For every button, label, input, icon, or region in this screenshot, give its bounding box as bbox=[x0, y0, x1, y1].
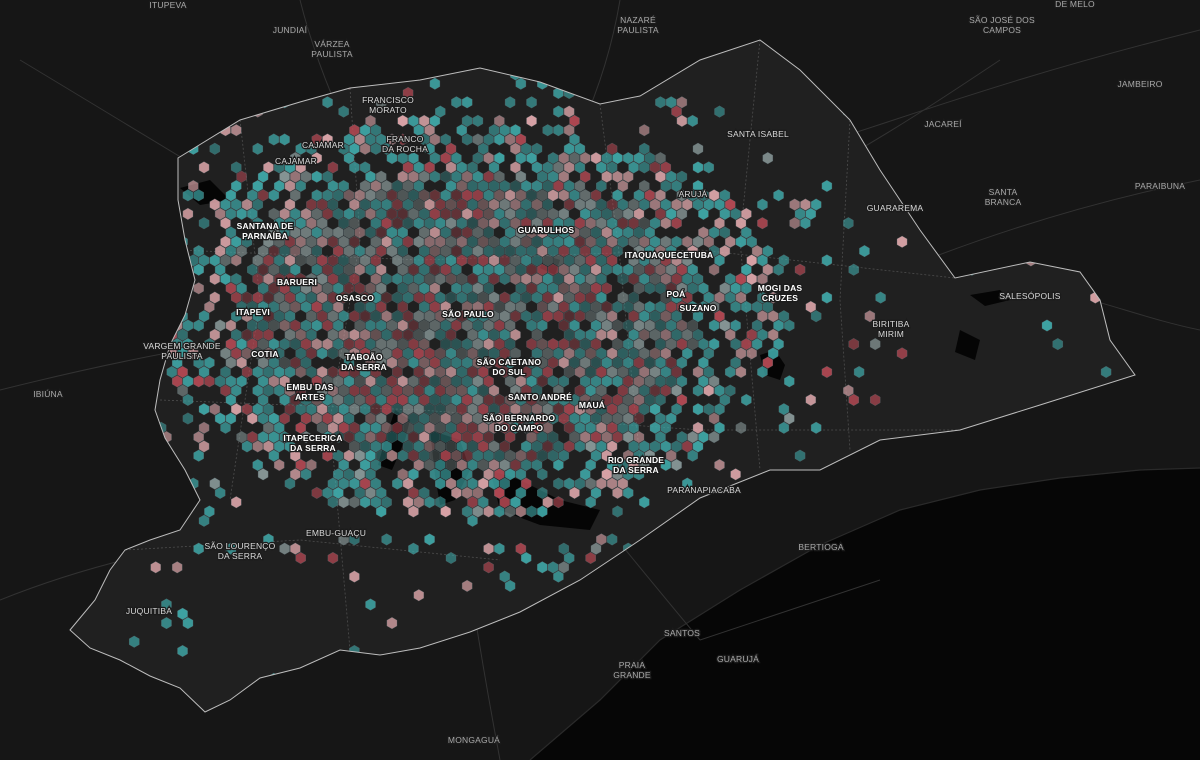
label-cajamar-upper: CAJAMAR bbox=[302, 140, 344, 150]
label-jambeiro: JAMBEIRO bbox=[1117, 79, 1162, 89]
label-barueri: BARUERI bbox=[277, 277, 317, 287]
label-juquitiba: JUQUITIBA bbox=[126, 606, 172, 616]
label-franco-da-rocha: FRANCO DA ROCHA bbox=[382, 134, 428, 154]
label-mogi-das-cruzes: MOGI DAS CRUZES bbox=[758, 283, 803, 303]
metro-map[interactable]: ITUPEVA JUNDIAÍ VÁRZEA PAULISTA NAZARÉ PAU… bbox=[0, 0, 1200, 760]
label-jacarei: JACAREÍ bbox=[924, 119, 962, 129]
label-salesopolis: SALESÓPOLIS bbox=[999, 291, 1060, 301]
label-itapecerica-da-serra: ITAPECERICA DA SERRA bbox=[283, 433, 342, 453]
label-jundiai: JUNDIAÍ bbox=[273, 25, 308, 35]
label-cotia: COTIA bbox=[251, 349, 278, 359]
label-varzea-paulista: VÁRZEA PAULISTA bbox=[311, 39, 353, 59]
label-maua: MAUÁ bbox=[579, 400, 605, 410]
label-de-melo: DE MELO bbox=[1055, 0, 1095, 9]
label-guarulhos: GUARULHOS bbox=[518, 225, 575, 235]
label-embu-guacu: EMBU-GUAÇU bbox=[306, 528, 366, 538]
label-paranapiacaba: PARANAPIACABA bbox=[667, 485, 741, 495]
label-santana-de-parnaiba: SANTANA DE PARNAÍBA bbox=[237, 221, 294, 241]
label-santa-branca: SANTA BRANCA bbox=[985, 187, 1022, 207]
label-itaquaquecetuba: ITAQUAQUECETUBA bbox=[625, 250, 714, 260]
label-osasco: OSASCO bbox=[336, 293, 374, 303]
label-santos: SANTOS bbox=[664, 628, 700, 638]
label-ibiuna: IBIÚNA bbox=[33, 389, 63, 399]
label-praia-grande: PRAIA GRANDE bbox=[613, 660, 651, 680]
label-guaruja: GUARUJÁ bbox=[717, 654, 759, 664]
label-mongagua: MONGAGUÁ bbox=[448, 735, 500, 745]
label-suzano: SUZANO bbox=[679, 303, 716, 313]
label-itupeva: ITUPEVA bbox=[149, 0, 186, 10]
label-sao-paulo: SÃO PAULO bbox=[442, 309, 494, 319]
label-cajamar-lower: CAJAMAR bbox=[275, 156, 317, 166]
label-taboao-da-serra: TABOÃO DA SERRA bbox=[341, 352, 387, 372]
label-rio-grande-da-serra: RIO GRANDE DA SERRA bbox=[608, 455, 664, 475]
label-santa-isabel: SANTA ISABEL bbox=[727, 129, 789, 139]
label-francisco-morato: FRANCISCO MORATO bbox=[362, 95, 414, 115]
label-paraibuna: PARAIBUNA bbox=[1135, 181, 1185, 191]
label-nazare-paulista: NAZARÉ PAULISTA bbox=[617, 15, 659, 35]
label-santo-andre: SANTO ANDRÉ bbox=[508, 392, 572, 402]
label-guararema: GUARAREMA bbox=[867, 203, 924, 213]
label-poa: POÁ bbox=[666, 289, 685, 299]
label-itapevi: ITAPEVI bbox=[236, 307, 270, 317]
label-aruja: ARUJÁ bbox=[679, 189, 708, 199]
label-bertioga: BERTIOGA bbox=[798, 542, 844, 552]
